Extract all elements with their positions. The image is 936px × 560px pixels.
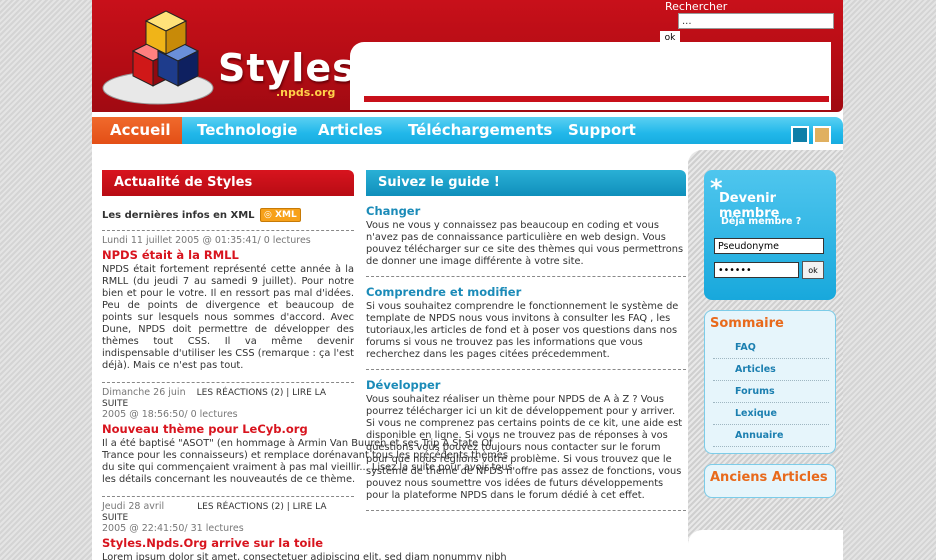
banner-area xyxy=(350,42,831,110)
news-body: Lorem ipsum dolor sit amet, consectetuer… xyxy=(102,552,507,560)
login-button[interactable]: ok xyxy=(802,261,824,279)
divider xyxy=(366,369,686,370)
guide-section-body: Vous souhaitez réaliser un thème pour NP… xyxy=(366,394,683,501)
member-box: * Devenir membre Déja membre ? ok xyxy=(704,170,836,300)
xml-line: Les dernières infos en XML ◎ XML xyxy=(102,208,354,222)
rss-xml-badge[interactable]: ◎ XML xyxy=(260,208,301,222)
news-heading: Actualité de Styles xyxy=(102,170,354,196)
search-input[interactable] xyxy=(678,13,834,29)
news-meta-row: Dimanche 26 juin LES RÉACTIONS (2) | LIR… xyxy=(102,387,354,409)
header: Styles .npds.org Rechercher ok xyxy=(92,0,843,112)
logo[interactable]: Styles .npds.org xyxy=(98,6,355,106)
username-field[interactable] xyxy=(714,238,824,254)
guide-column: Suivez le guide ! Changer Vous ne vous y… xyxy=(366,170,686,515)
guide-section-body: Vous ne vous y connaissez pas beaucoup e… xyxy=(366,220,684,267)
divider xyxy=(366,510,686,511)
page: Styles .npds.org Rechercher ok Accueil T… xyxy=(92,0,843,560)
xml-line-text: Les dernières infos en XML xyxy=(102,210,255,221)
guide-section-title: Comprendre et modifier xyxy=(366,285,522,299)
logo-text: Styles xyxy=(218,46,356,90)
password-field[interactable] xyxy=(714,262,799,278)
divider xyxy=(102,496,354,497)
news-meta-row: Jeudi 28 avril LES RÉACTIONS (2) | LIRE … xyxy=(102,501,354,523)
sommaire-item-articles[interactable]: Articles xyxy=(713,359,829,381)
sommaire-title: Sommaire xyxy=(710,316,784,331)
xml-badge-label: XML xyxy=(275,210,297,220)
sommaire-item-forums[interactable]: Forums xyxy=(713,381,829,403)
news-body: NPDS était fortement représenté cette an… xyxy=(102,264,354,371)
logo-subtitle: .npds.org xyxy=(276,86,336,99)
guide-heading: Suivez le guide ! xyxy=(366,170,686,196)
news-date: Jeudi 28 avril xyxy=(102,501,165,512)
news-time: 2005 @ 22:41:50/ 31 lectures xyxy=(102,523,244,534)
bottom-white-area xyxy=(688,530,843,560)
theme-swatch-sand[interactable] xyxy=(813,126,831,144)
divider xyxy=(366,276,686,277)
guide-section-title: Développer xyxy=(366,378,441,392)
member-already-label: Déja membre ? xyxy=(721,216,802,227)
divider xyxy=(102,230,354,231)
anciens-articles-box: Anciens Articles xyxy=(704,464,836,498)
guide-section-body: Si vous souhaitez comprendre le fonction… xyxy=(366,301,679,360)
cubes-logo-icon xyxy=(102,10,214,105)
news-title[interactable]: NPDS était à la RMLL xyxy=(102,248,354,262)
sommaire-item-lexique[interactable]: Lexique xyxy=(713,403,829,425)
news-date: Dimanche 26 juin xyxy=(102,387,186,398)
sommaire-item-annuaire[interactable]: Annuaire xyxy=(713,425,829,447)
news-title[interactable]: Nouveau thème pour LeCyb.org xyxy=(102,422,354,436)
divider xyxy=(102,382,354,383)
news-meta: Lundi 11 juillet 2005 @ 01:35:41/ 0 lect… xyxy=(102,235,311,246)
guide-section-title: Changer xyxy=(366,204,421,218)
anciens-articles-title[interactable]: Anciens Articles xyxy=(705,465,835,485)
news-title[interactable]: Styles.Npds.Org arrive sur la toile xyxy=(102,536,354,550)
news-column: Actualité de Styles Les dernières infos … xyxy=(102,170,513,560)
search-label: Rechercher xyxy=(665,0,728,13)
search-button[interactable]: ok xyxy=(660,31,680,44)
sommaire-item-faq[interactable]: FAQ xyxy=(713,337,829,359)
banner-placeholder xyxy=(364,42,829,102)
sommaire-box: Sommaire FAQ Articles Forums Lexique Ann… xyxy=(704,310,836,454)
theme-swatch-blue[interactable] xyxy=(791,126,809,144)
sommaire-list: FAQ Articles Forums Lexique Annuaire xyxy=(713,337,829,447)
news-time: 2005 @ 18:56:50/ 0 lectures xyxy=(102,409,238,420)
